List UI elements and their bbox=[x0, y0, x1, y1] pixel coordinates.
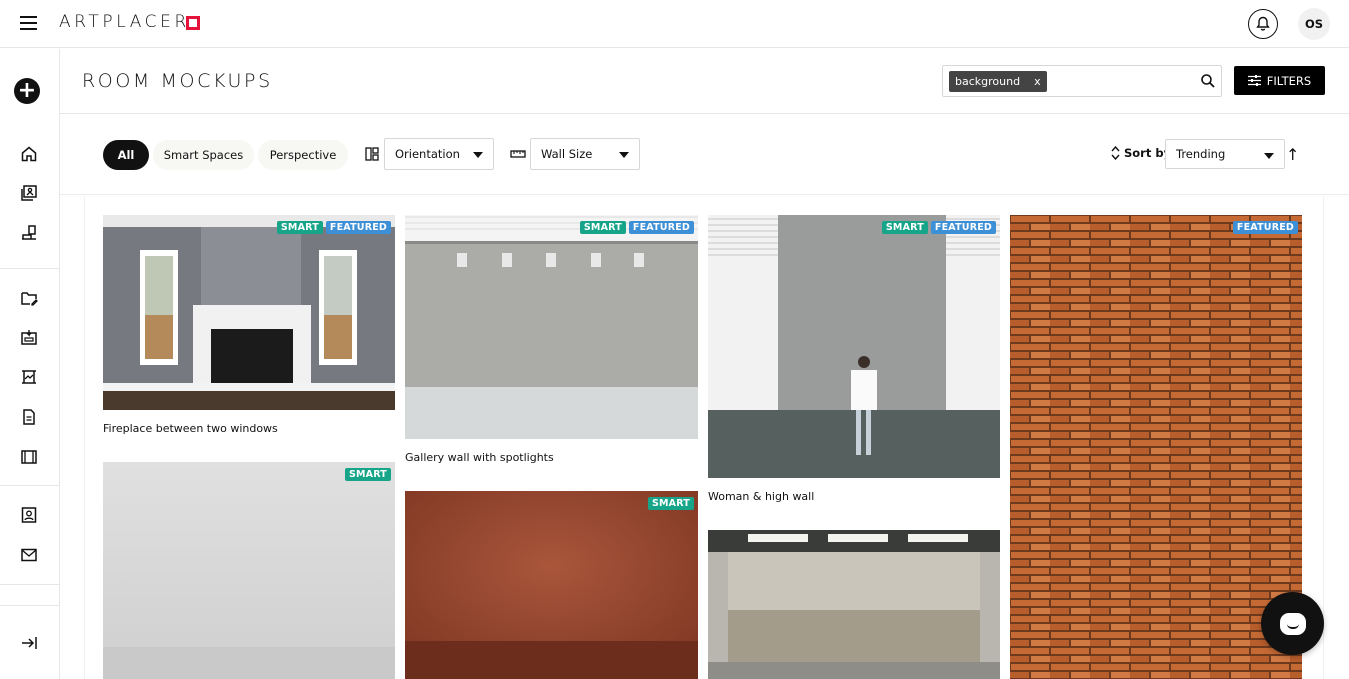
tab-smart-spaces[interactable]: Smart Spaces bbox=[153, 140, 254, 170]
mockup-card[interactable]: SMART FEATURED Fireplace between two win… bbox=[103, 215, 395, 440]
smart-badge: SMART bbox=[881, 221, 928, 234]
collections-icon[interactable] bbox=[16, 180, 42, 206]
home-icon[interactable] bbox=[16, 141, 42, 167]
mockup-thumbnail[interactable] bbox=[103, 462, 395, 679]
card-caption: Fireplace between two windows bbox=[103, 422, 278, 435]
card-caption: Woman & high wall bbox=[708, 490, 815, 503]
filters-label: FILTERS bbox=[1266, 73, 1312, 88]
sort-by-label: Sort by bbox=[1111, 146, 1171, 160]
ruler-icon bbox=[510, 150, 526, 158]
document-icon[interactable] bbox=[16, 404, 42, 430]
mockup-card[interactable]: SMART FEATURED Gallery wall with spotlig… bbox=[405, 215, 698, 470]
room-mockups-icon[interactable] bbox=[16, 220, 42, 246]
sidebar: + bbox=[0, 49, 60, 679]
sort-icon bbox=[1111, 146, 1120, 160]
orientation-dropdown-label: Orientation bbox=[395, 147, 460, 161]
top-bar: ARTPLACER OS bbox=[0, 0, 1349, 48]
mockup-card[interactable]: FEATURED bbox=[1010, 215, 1302, 679]
mockup-thumbnail[interactable] bbox=[708, 215, 1000, 478]
chevron-down-icon bbox=[1264, 153, 1274, 159]
chevron-down-icon bbox=[473, 152, 483, 158]
page-title: ROOM MOCKUPS bbox=[82, 70, 273, 92]
search-input[interactable] bbox=[1043, 70, 1193, 92]
card-badges: SMART FEATURED bbox=[881, 221, 996, 234]
tab-all[interactable]: All bbox=[103, 140, 149, 170]
card-badges: SMART FEATURED bbox=[579, 221, 694, 234]
collapse-sidebar-icon[interactable] bbox=[16, 630, 42, 656]
card-badges: SMART FEATURED bbox=[276, 221, 391, 234]
mockup-thumbnail[interactable] bbox=[405, 215, 698, 439]
mockup-card[interactable]: SMART FEATURED Woman & high wall bbox=[708, 215, 1000, 510]
header-divider bbox=[60, 113, 1349, 114]
app-logo[interactable]: ARTPLACER bbox=[59, 12, 190, 32]
mockup-thumbnail[interactable] bbox=[103, 215, 395, 410]
sort-dropdown[interactable]: Trending bbox=[1165, 139, 1285, 169]
smart-badge: SMART bbox=[344, 468, 391, 481]
featured-badge: FEATURED bbox=[1232, 221, 1298, 234]
chip-remove-button[interactable]: x bbox=[1034, 71, 1041, 92]
mockup-card[interactable] bbox=[708, 530, 1000, 679]
gallery-wall-icon[interactable] bbox=[16, 364, 42, 390]
contact-card-icon[interactable] bbox=[16, 502, 42, 528]
menu-icon[interactable] bbox=[20, 16, 37, 30]
card-badges: SMART bbox=[647, 497, 694, 510]
card-caption: Gallery wall with spotlights bbox=[405, 451, 554, 464]
user-avatar[interactable]: OS bbox=[1298, 8, 1330, 40]
chevron-down-icon bbox=[619, 152, 629, 158]
orientation-dropdown[interactable]: Orientation bbox=[384, 138, 494, 170]
wall-size-dropdown[interactable]: Wall Size bbox=[530, 138, 640, 170]
mockup-thumbnail[interactable] bbox=[708, 530, 1000, 679]
search-box[interactable]: background x bbox=[942, 65, 1222, 97]
folder-edit-icon[interactable] bbox=[16, 285, 42, 311]
mockup-thumbnail[interactable] bbox=[405, 491, 698, 679]
search-icon[interactable] bbox=[1200, 73, 1216, 89]
orientation-icon bbox=[365, 147, 379, 161]
wall-size-dropdown-label: Wall Size bbox=[541, 147, 593, 161]
filters-button[interactable]: FILTERS bbox=[1234, 66, 1325, 95]
chat-icon bbox=[1279, 612, 1306, 635]
mail-icon[interactable] bbox=[16, 542, 42, 568]
featured-badge: FEATURED bbox=[930, 221, 996, 234]
tab-perspective[interactable]: Perspective bbox=[258, 140, 348, 170]
chat-button[interactable] bbox=[1261, 592, 1324, 655]
smart-badge: SMART bbox=[276, 221, 323, 234]
arrow-up-icon[interactable]: ↑ bbox=[1286, 145, 1299, 164]
add-icon[interactable]: + bbox=[14, 78, 40, 104]
smart-badge: SMART bbox=[579, 221, 626, 234]
upload-room-icon[interactable] bbox=[16, 324, 42, 350]
sort-dropdown-value: Trending bbox=[1176, 147, 1226, 161]
card-badges: FEATURED bbox=[1232, 221, 1298, 234]
filter-divider bbox=[60, 194, 1349, 195]
search-chip-label: background bbox=[955, 75, 1021, 88]
frame-icon[interactable] bbox=[16, 444, 42, 470]
sliders-icon bbox=[1247, 75, 1261, 86]
mockup-card[interactable]: SMART bbox=[103, 462, 395, 679]
search-chip[interactable]: background x bbox=[949, 71, 1047, 92]
logo-mark bbox=[186, 16, 200, 30]
mockup-card[interactable]: SMART bbox=[405, 491, 698, 679]
featured-badge: FEATURED bbox=[628, 221, 694, 234]
card-badges: SMART bbox=[344, 468, 391, 481]
notifications-bell-icon[interactable] bbox=[1248, 9, 1278, 39]
mockup-thumbnail[interactable] bbox=[1010, 215, 1302, 679]
featured-badge: FEATURED bbox=[325, 221, 391, 234]
smart-badge: SMART bbox=[647, 497, 694, 510]
